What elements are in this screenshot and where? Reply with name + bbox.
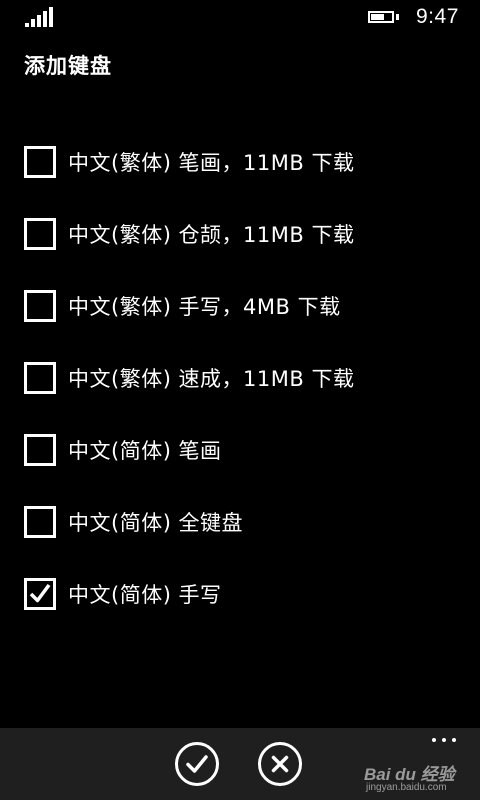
keyboard-option-label: 中文(简体) 笔画 — [68, 439, 222, 463]
check-circle-icon — [186, 755, 208, 773]
keyboard-option-label: 中文(繁体) 手写，4MB 下载 — [68, 295, 341, 319]
keyboard-option-label: 中文(繁体) 笔画，11MB 下载 — [68, 151, 355, 175]
checkbox[interactable] — [24, 146, 56, 178]
keyboard-option-label: 中文(繁体) 速成，11MB 下载 — [68, 367, 355, 391]
keyboard-option[interactable]: 中文(繁体) 速成，11MB 下载 — [24, 342, 464, 414]
keyboard-option-label: 中文(简体) 手写 — [68, 583, 222, 607]
close-circle-icon — [271, 755, 289, 773]
status-bar: 9:47 — [0, 0, 480, 34]
cancel-button[interactable] — [258, 742, 302, 786]
checkmark-icon — [29, 583, 51, 603]
watermark-url: jingyan.baidu.com — [366, 782, 447, 793]
keyboard-option[interactable]: 中文(繁体) 笔画，11MB 下载 — [24, 126, 464, 198]
checkbox[interactable] — [24, 362, 56, 394]
keyboard-option[interactable]: 中文(繁体) 手写，4MB 下载 — [24, 270, 464, 342]
page-title: 添加键盘 — [24, 54, 112, 78]
keyboard-option-label: 中文(繁体) 仓颉，11MB 下载 — [68, 223, 355, 247]
keyboard-list: 中文(繁体) 笔画，11MB 下载 中文(繁体) 仓颉，11MB 下载 中文(繁… — [24, 126, 464, 630]
battery-icon — [368, 11, 394, 23]
checkbox[interactable] — [24, 434, 56, 466]
checkbox[interactable] — [24, 218, 56, 250]
battery-tip — [396, 14, 399, 20]
confirm-button[interactable] — [175, 742, 219, 786]
keyboard-option[interactable]: 中文(繁体) 仓颉，11MB 下载 — [24, 198, 464, 270]
checkbox[interactable] — [24, 506, 56, 538]
status-time: 9:47 — [416, 5, 459, 28]
more-dots-icon[interactable] — [432, 736, 460, 744]
checkbox-checked[interactable] — [24, 578, 56, 610]
keyboard-option[interactable]: 中文(简体) 笔画 — [24, 414, 464, 486]
signal-bars-icon — [25, 7, 55, 27]
keyboard-option[interactable]: 中文(简体) 全键盘 — [24, 486, 464, 558]
keyboard-option[interactable]: 中文(简体) 手写 — [24, 558, 464, 630]
watermark: Bai du 经验 jingyan.baidu.com — [364, 760, 472, 796]
keyboard-option-label: 中文(简体) 全键盘 — [68, 511, 244, 535]
checkbox[interactable] — [24, 290, 56, 322]
app-bar: Bai du 经验 jingyan.baidu.com — [0, 728, 480, 800]
